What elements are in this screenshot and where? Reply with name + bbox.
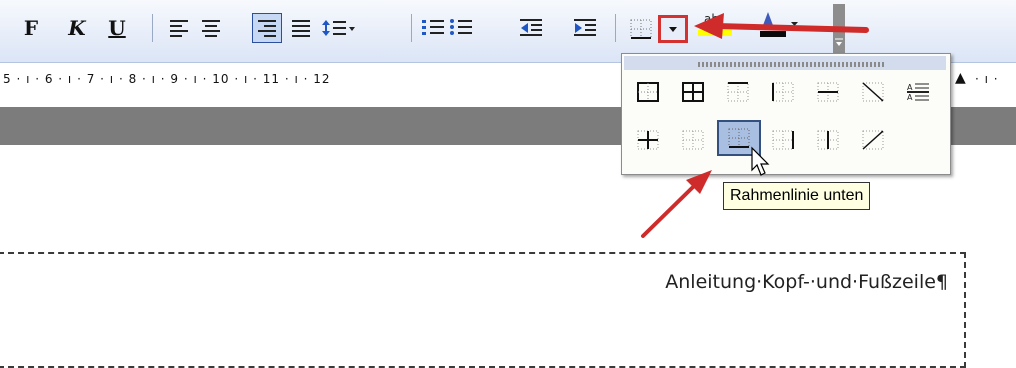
bullet-list-icon[interactable]	[448, 15, 474, 41]
increase-indent-icon[interactable]	[572, 15, 598, 41]
left-border-item[interactable]	[761, 74, 805, 110]
borders-palette: AA	[621, 53, 951, 175]
tab-stop-icon[interactable]: ▲	[955, 70, 966, 86]
chevron-down-icon	[669, 27, 677, 32]
font-color-icon	[762, 12, 774, 28]
top-border-icon	[727, 82, 749, 102]
document-page[interactable]: Anleitung·Kopf-·und·Fußzeile¶	[0, 145, 1016, 368]
all-borders-icon	[682, 82, 704, 102]
tooltip: Rahmenlinie unten	[723, 182, 871, 210]
toolbar-separator	[411, 14, 412, 42]
right-border-icon	[772, 130, 794, 150]
bottom-border-item[interactable]	[717, 120, 761, 156]
borders-dropdown-arrow[interactable]	[658, 15, 688, 43]
highlight-label: ab	[704, 12, 719, 26]
line-spacing-icon[interactable]	[322, 15, 356, 41]
underline-button[interactable]: U	[104, 15, 130, 41]
header-text[interactable]: Anleitung·Kopf-·und·Fußzeile¶	[665, 271, 948, 293]
align-right-icon[interactable]	[252, 13, 282, 43]
toolbar-options-grip[interactable]	[833, 4, 845, 58]
left-border-icon	[772, 82, 794, 102]
diagonal-up-border-icon	[862, 130, 884, 150]
header-area[interactable]: Anleitung·Kopf-·und·Fußzeile¶	[0, 252, 966, 368]
inside-borders-item[interactable]	[626, 122, 670, 158]
no-border-item[interactable]	[671, 122, 715, 158]
top-border-item[interactable]	[716, 74, 760, 110]
ruler-scale: 5 · ı · 6 · ı · 7 · ı · 8 · ı · 9 · ı · …	[3, 72, 331, 86]
inside-vertical-border-item[interactable]	[806, 122, 850, 158]
svg-text:A: A	[907, 93, 913, 102]
inside-horizontal-border-item[interactable]	[806, 74, 850, 110]
align-left-icon[interactable]	[166, 15, 192, 41]
decrease-indent-icon[interactable]	[518, 15, 544, 41]
outside-borders-icon	[637, 82, 659, 102]
diagonal-down-border-icon	[862, 82, 884, 102]
numbered-list-icon[interactable]	[420, 15, 446, 41]
right-border-item[interactable]	[761, 122, 805, 158]
all-borders-item[interactable]	[671, 74, 715, 110]
horizontal-line-item[interactable]: AA	[896, 74, 940, 110]
align-center-icon[interactable]	[198, 15, 224, 41]
toolbar-separator	[615, 14, 616, 42]
inside-vertical-border-icon	[817, 130, 839, 150]
grip-dots	[698, 62, 886, 67]
inside-horizontal-border-icon	[817, 82, 839, 102]
ruler-tail: · ı ·	[975, 72, 999, 86]
svg-text:A: A	[907, 83, 913, 92]
inside-borders-icon	[637, 130, 659, 150]
bottom-border-icon	[630, 19, 652, 39]
diagonal-up-border-item[interactable]	[851, 122, 895, 158]
font-color-button[interactable]	[754, 10, 800, 40]
outside-borders-item[interactable]	[626, 74, 670, 110]
toolbar-separator	[152, 14, 153, 42]
highlight-button[interactable]: ab	[696, 10, 736, 40]
italic-button[interactable]: K	[64, 15, 90, 41]
diagonal-down-border-item[interactable]	[851, 74, 895, 110]
palette-drag-handle[interactable]	[624, 56, 946, 70]
bold-button[interactable]: F	[18, 15, 44, 41]
horizontal-line-icon: AA	[907, 83, 929, 102]
justify-icon[interactable]	[288, 15, 314, 41]
bottom-border-icon	[728, 128, 750, 148]
no-border-icon	[682, 130, 704, 150]
